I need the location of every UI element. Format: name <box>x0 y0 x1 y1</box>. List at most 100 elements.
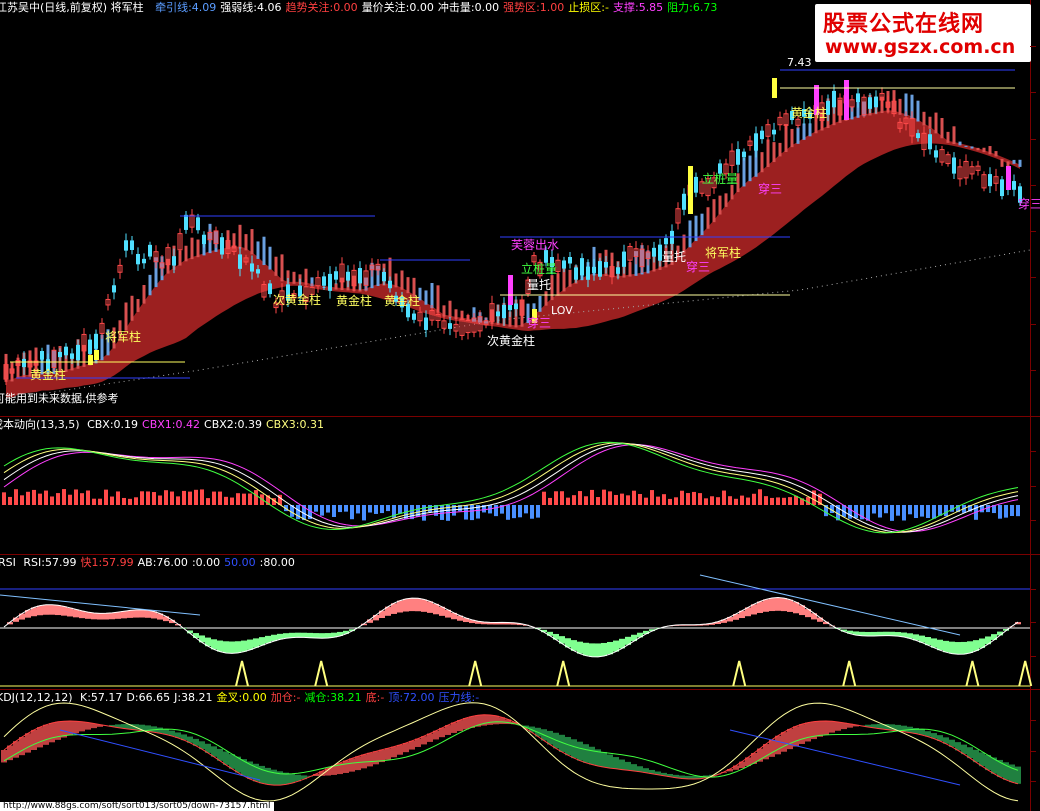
axis-tick <box>1030 277 1036 278</box>
cb-bar <box>56 493 60 505</box>
cb-bar <box>128 498 132 505</box>
signal-label: 次黄金柱 <box>273 293 322 307</box>
signal-candle <box>1006 166 1011 190</box>
cost-direction-panel[interactable]: 成本动向(13,3,5) CBX:0.19 CBX1:0.42 CBX2:0.39 C… <box>0 417 1040 554</box>
cb-bar <box>332 505 336 517</box>
cb-bar <box>674 497 678 505</box>
candle-body <box>592 266 596 273</box>
candle-body <box>70 353 74 359</box>
cb-bar <box>716 497 720 505</box>
cb-bar <box>356 505 360 514</box>
cb-bar <box>152 492 156 505</box>
candle-body <box>142 258 146 264</box>
axis-tick <box>1030 751 1036 752</box>
cb-bar <box>122 497 126 505</box>
rsi-chart[interactable] <box>0 555 1040 689</box>
axis-tick <box>1030 92 1036 93</box>
signal-label: 立桩量 <box>521 262 558 276</box>
candle-body <box>502 304 506 319</box>
cb-bar <box>86 490 90 505</box>
signal-candle <box>772 78 777 98</box>
cb-bar <box>158 495 162 505</box>
cb-bar <box>200 489 204 505</box>
candle-body <box>148 244 152 257</box>
cb-bar <box>788 497 792 505</box>
kdj-chart[interactable] <box>0 690 1040 811</box>
cb-bar <box>560 491 564 505</box>
cb-bar <box>20 495 24 505</box>
axis-tick <box>1030 520 1036 521</box>
rsi-panel[interactable]: RSI RSI:57.99 快1:57.99 AB:76.00:0.00 50.00:… <box>0 555 1040 689</box>
cb-bar <box>770 497 774 505</box>
cb-bar <box>314 505 318 512</box>
cb-bar <box>194 489 198 505</box>
cb-bar <box>1010 505 1014 516</box>
candle-body <box>256 269 260 274</box>
signal-label: 量托 <box>527 278 552 292</box>
cb-bar <box>878 505 882 518</box>
cb-bar <box>44 490 48 505</box>
candle-body <box>268 283 272 295</box>
cb-bar <box>512 505 516 519</box>
cb-bar <box>782 497 786 505</box>
candle-body <box>574 267 578 280</box>
cb-bar <box>368 505 372 513</box>
cb-bar <box>620 493 624 505</box>
candle-body <box>682 193 686 210</box>
cost-direction-chart[interactable] <box>0 417 1040 554</box>
cb-bar <box>338 505 342 513</box>
main-chart-panel[interactable]: 江苏吴中(日线,前复权) 将军柱 牵引线:4.09 强弱线:4.06 趋势关注:0.… <box>0 0 1040 416</box>
candle-body <box>136 253 140 265</box>
candle-body <box>424 317 428 330</box>
cb-bar <box>386 505 390 512</box>
signal-label: 穿三 <box>1018 197 1040 211</box>
candle-body <box>94 333 98 349</box>
candle-body <box>184 214 188 230</box>
cb-bar <box>170 491 174 505</box>
cb-bar <box>98 498 102 505</box>
cb-bar <box>734 498 738 505</box>
candle-body <box>514 303 518 310</box>
cb-bar <box>494 505 498 517</box>
signal-label: 次黄金柱 <box>487 334 536 348</box>
cb-bar <box>752 493 756 505</box>
cb-bar <box>746 497 750 505</box>
cb-bar <box>146 491 150 505</box>
cb-bar <box>566 497 570 505</box>
cb-bar <box>74 489 78 505</box>
rsi-signal-peak <box>468 660 483 687</box>
candle-body <box>736 149 740 165</box>
kdj-panel[interactable]: KDJ(12,12,12) K:57.17 D:66.65 J:38.21 金叉:0.… <box>0 690 1040 811</box>
cb-bar <box>32 489 36 505</box>
cb-bar <box>590 489 594 505</box>
candlestick-chart[interactable] <box>0 0 1040 416</box>
axis-tick <box>1030 231 1036 232</box>
candle-body <box>22 358 26 368</box>
candle-body <box>694 176 698 193</box>
candle-body <box>388 280 392 289</box>
cb-bar <box>914 505 918 519</box>
candle-body <box>580 258 584 276</box>
axis-tick <box>1030 486 1036 487</box>
cb-bar <box>542 491 546 505</box>
candle-body <box>448 323 452 329</box>
cb-bar <box>398 505 402 514</box>
cb-bar <box>662 494 666 505</box>
candle-body <box>832 90 836 108</box>
cb-bar <box>428 505 432 513</box>
cb-bar <box>470 505 474 521</box>
candle-body <box>322 276 326 286</box>
source-url[interactable]: http://www.88gs.com/soft/sort013/sort05/… <box>0 802 274 811</box>
cb-bar <box>320 505 324 516</box>
cb-bar <box>236 493 240 505</box>
cb-bar <box>464 505 468 520</box>
cb-bar <box>1016 505 1020 517</box>
candle-body <box>934 150 938 158</box>
candle-body <box>772 129 776 135</box>
axis-tick <box>1030 324 1036 325</box>
cb-bar <box>932 505 936 519</box>
cb-bar <box>938 505 942 516</box>
candle-body <box>76 344 80 361</box>
candle-body <box>604 261 608 268</box>
candle-body <box>202 234 206 245</box>
